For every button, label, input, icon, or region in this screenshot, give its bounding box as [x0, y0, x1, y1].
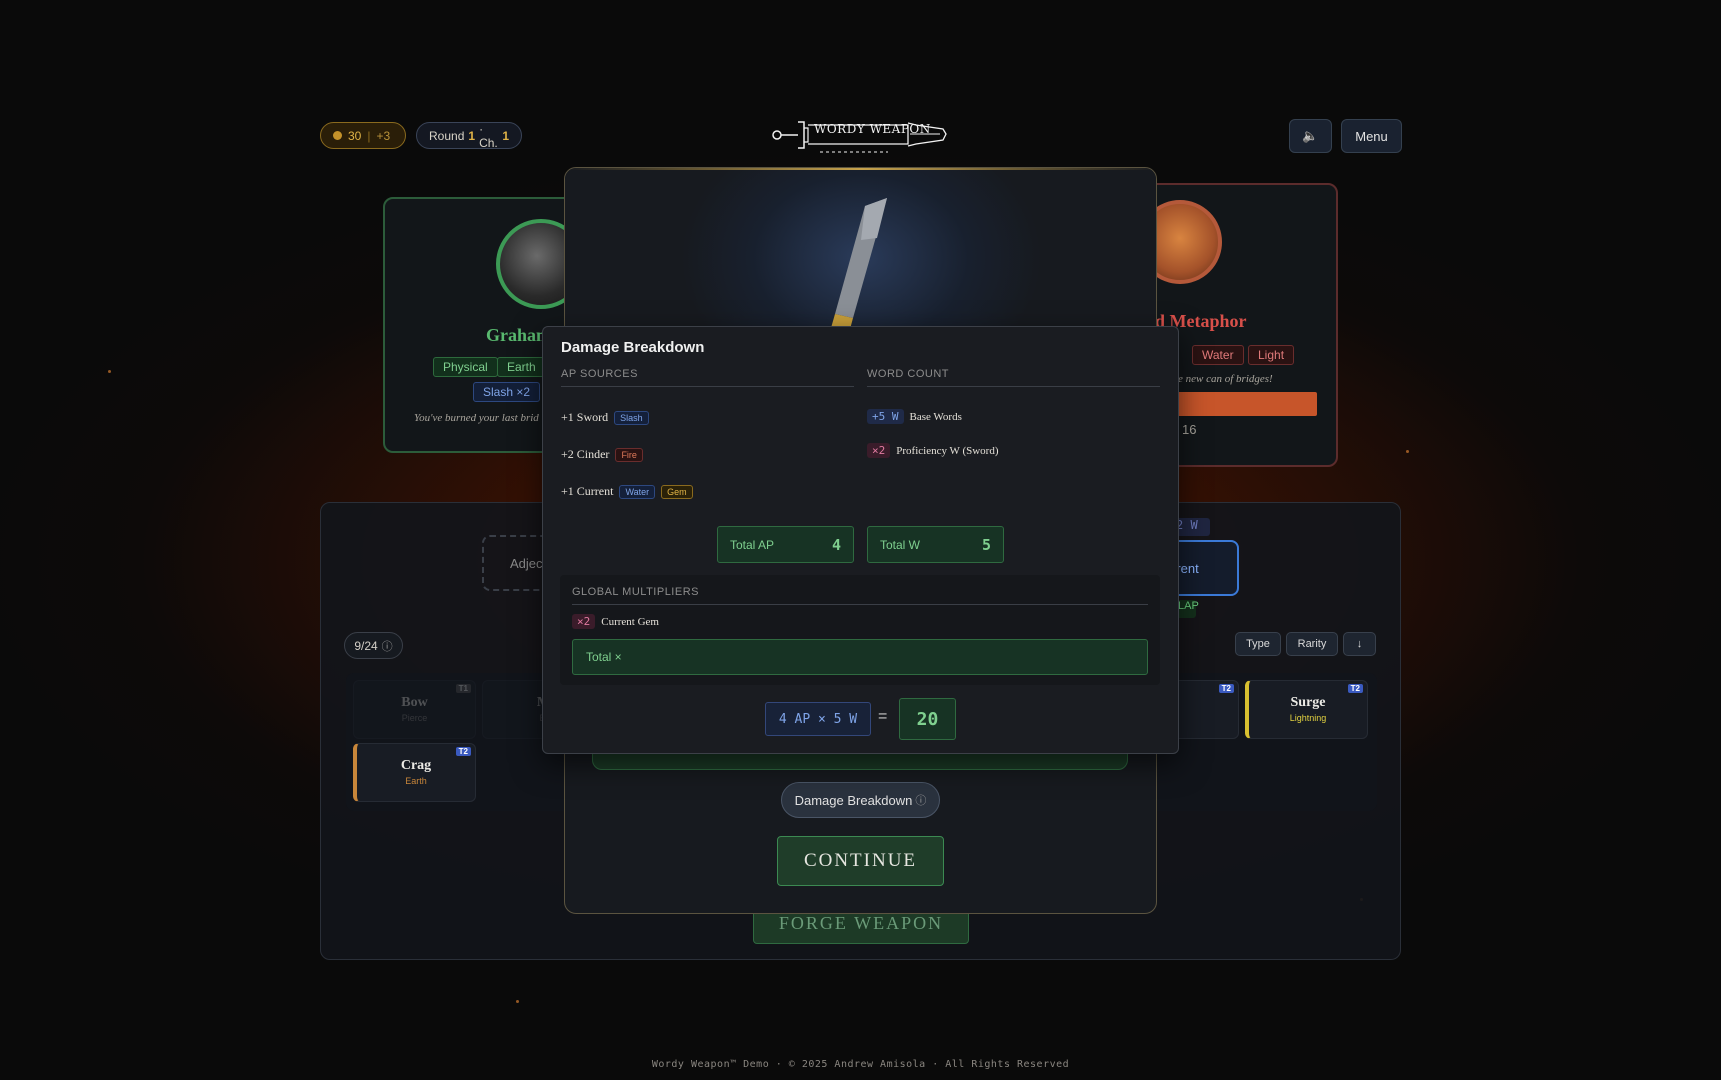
- ap-source-text: +1 Current: [561, 484, 614, 498]
- tier-badge: T1: [455, 684, 471, 693]
- ap-source-row: +1 Current Water Gem: [561, 484, 693, 499]
- info-icon: ⓘ: [915, 795, 927, 807]
- player-tag-physical: Physical: [433, 357, 498, 377]
- enemy-health-value: 16: [1182, 422, 1197, 437]
- continue-button[interactable]: CONTINUE: [777, 836, 944, 886]
- item-card[interactable]: T2 Crag Earth: [353, 743, 476, 802]
- enemy-flavor-text: e new can of bridges!: [1178, 373, 1273, 385]
- item-name: Crag: [400, 758, 432, 773]
- enemy-health-bar: [1170, 392, 1317, 416]
- ember-particle: [516, 1000, 519, 1003]
- ember-particle: [1406, 450, 1409, 453]
- total-ap-box: Total AP 4: [717, 526, 854, 563]
- ap-source-text: +1 Sword: [561, 410, 609, 424]
- word-count-chip: ×2: [867, 443, 891, 458]
- round-label: Round: [429, 128, 465, 143]
- multiplier-chip: ×2: [572, 614, 596, 629]
- item-type: Lightning: [1289, 713, 1327, 723]
- word-count-row: ×2 Proficiency W (Sword): [867, 443, 999, 458]
- damage-breakdown-popup: [542, 326, 1179, 754]
- ap-source-tag: Fire: [615, 447, 643, 462]
- coin-icon: [333, 131, 342, 140]
- weapon-art: [565, 168, 1156, 333]
- enemy-tag-light: Light: [1248, 345, 1295, 365]
- ap-source-text: +2 Cinder: [561, 447, 610, 461]
- total-multiplier-bar: Total ×: [572, 639, 1148, 675]
- sort-rarity-button[interactable]: Rarity: [1286, 632, 1338, 656]
- info-icon: ⓘ: [381, 640, 393, 653]
- tier-badge: T2: [1218, 684, 1234, 693]
- player-flavor-text: You've burned your last brid: [414, 412, 539, 424]
- total-ap-label: Total AP: [730, 537, 775, 552]
- enemy-tag-water: Water: [1192, 345, 1244, 365]
- gold-amount: 30: [348, 128, 362, 143]
- sort-direction-button[interactable]: ↓: [1343, 632, 1376, 656]
- round-indicator: Round 1 · Ch. 1: [416, 121, 522, 150]
- item-type: Pierce: [401, 713, 428, 723]
- gold-gain: +3: [376, 128, 391, 143]
- player-tag-earth: Earth: [497, 357, 546, 377]
- damage-breakdown-button[interactable]: Damage Breakdown ⓘ: [781, 782, 940, 818]
- inventory-count[interactable]: 9/24 ⓘ: [344, 632, 403, 659]
- damage-result: 20: [899, 698, 956, 740]
- modal-top-border: [565, 168, 1156, 170]
- word-count-label: Proficiency W (Sword): [896, 444, 999, 457]
- logo-text: WORDY WEAPON: [814, 122, 931, 136]
- breakdown-title: Damage Breakdown: [561, 339, 705, 356]
- sword-icon: [831, 198, 887, 333]
- round-number: 1: [468, 128, 476, 143]
- tier-badge: T2: [455, 747, 471, 756]
- menu-button[interactable]: Menu: [1341, 119, 1402, 153]
- game-logo: WORDY WEAPON: [768, 114, 952, 156]
- item-name: Surge: [1290, 695, 1326, 710]
- equals-sign: =: [878, 708, 888, 725]
- total-w-label: Total W: [880, 537, 921, 552]
- ap-source-row: +1 Sword Slash: [561, 410, 649, 425]
- damage-breakdown-label: Damage Breakdown: [794, 792, 913, 808]
- item-type: Earth: [405, 776, 427, 786]
- ap-source-tag: Water: [619, 484, 656, 499]
- total-w-value: 5: [981, 535, 991, 554]
- item-name: Bow: [401, 695, 428, 710]
- multiplier-label: Current Gem: [601, 615, 659, 628]
- ap-sources-heading: AP SOURCES: [561, 368, 854, 387]
- ap-source-row: +2 Cinder Fire: [561, 447, 643, 462]
- ap-source-tag: Slash: [614, 410, 649, 425]
- player-proficiency-tag: Slash ×2: [473, 382, 541, 402]
- speaker-muted-icon: 🔈: [1302, 128, 1319, 143]
- total-w-box: Total W 5: [867, 526, 1004, 563]
- global-multiplier-row: ×2 Current Gem: [572, 614, 659, 629]
- word-count-chip: +5 W: [867, 409, 904, 424]
- footer-copyright: Wordy Weapon™ Demo · © 2025 Andrew Amiso…: [651, 1059, 1070, 1070]
- tier-badge: T2: [1347, 684, 1363, 693]
- damage-formula: 4 AP × 5 W: [765, 702, 871, 736]
- word-count-label: Base Words: [909, 410, 962, 423]
- chapter-label: · Ch.: [479, 121, 498, 150]
- sort-type-button[interactable]: Type: [1235, 632, 1281, 656]
- total-ap-value: 4: [831, 535, 841, 554]
- word-count-heading: WORD COUNT: [867, 368, 1160, 387]
- item-card[interactable]: T1 Bow Pierce: [353, 680, 476, 739]
- sound-toggle-button[interactable]: 🔈: [1289, 119, 1332, 153]
- ember-particle: [108, 370, 111, 373]
- item-card[interactable]: T2 Surge Lightning: [1245, 680, 1368, 739]
- global-multipliers-heading: GLOBAL MULTIPLIERS: [572, 586, 1148, 605]
- ap-source-tag: Gem: [661, 484, 693, 499]
- chapter-number: 1: [502, 128, 509, 143]
- gold-counter: 30 | +3: [320, 122, 406, 149]
- inventory-count-value: 9/24: [354, 638, 378, 653]
- word-count-row: +5 W Base Words: [867, 409, 962, 424]
- gold-separator: |: [367, 128, 371, 143]
